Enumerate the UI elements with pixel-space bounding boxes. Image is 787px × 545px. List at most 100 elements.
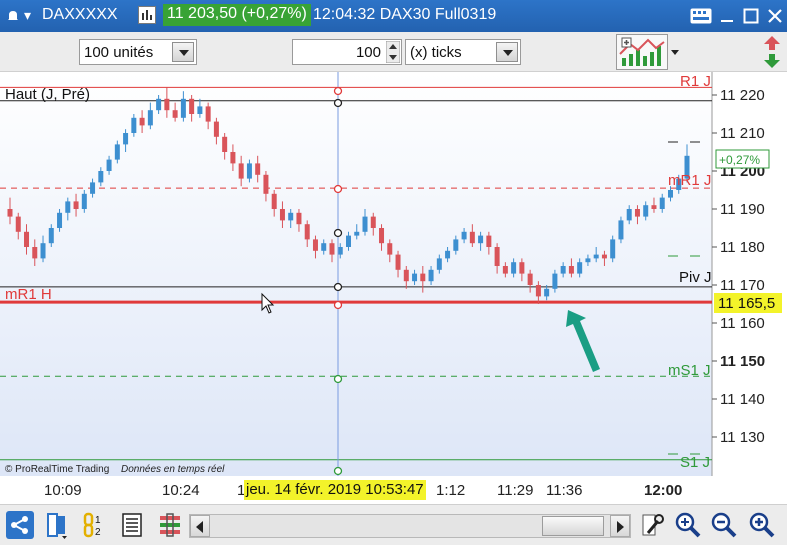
plot-background [0,72,712,476]
candle-body [65,201,71,213]
minimize-icon[interactable] [719,8,735,24]
price-tick-label: 11 220 [720,87,765,104]
time-scrollbar[interactable] [189,514,631,538]
candle-body [246,163,252,179]
candle-body [634,209,640,217]
maximize-icon[interactable] [743,8,759,24]
candle-body [139,117,145,126]
price-tag: 11 165,5 [718,295,775,312]
svg-text:2: 2 [95,527,101,538]
candle-body [370,216,376,228]
price-tick-label: 11 210 [720,125,765,142]
label-pivj: Piv J [679,269,712,286]
spinner-icon[interactable] [386,41,400,63]
copyright-text: © ProRealTime Trading [5,464,109,475]
candle-body [123,133,129,145]
candle-body [585,258,591,263]
zoom-fit-icon[interactable] [673,511,701,539]
candle-body [486,235,492,247]
print-icon[interactable] [118,511,146,539]
svg-text:1: 1 [95,515,101,526]
cursor-dot [333,228,343,238]
zoom-out-icon[interactable] [710,511,738,539]
cursor-dot [333,98,343,108]
candle-body [32,247,38,259]
candle-body [255,163,261,175]
layout-icon[interactable] [44,511,72,539]
candle-body [445,250,451,259]
chart-type-icon[interactable] [138,6,156,24]
time-tick: 10:09 [44,482,82,499]
candle-body [40,243,46,259]
time-tick: 10:24 [162,482,200,499]
candle-body [519,262,525,274]
candle-body [156,98,162,111]
units-select[interactable]: 100 unités [79,39,197,65]
candle-body [81,193,87,209]
pct-badge: +0,27% [719,153,760,167]
title-bar: ▾ DAXXXXX 11 203,50 (+0,27%) 12:04:32 DA… [0,0,787,32]
candle-body [15,216,21,232]
close-icon[interactable] [767,8,783,24]
link-icon[interactable]: 12 [80,511,108,539]
candle-body [535,285,541,297]
columns-icon[interactable] [156,511,184,539]
bottom-toolbar: 12 [0,504,787,545]
ticks-select-value: (x) ticks [410,44,462,61]
label-s1j: S1 J [680,454,710,471]
time-tick: 11:36 [546,482,583,499]
candle-body [667,190,673,198]
indicators-icon[interactable] [616,34,668,70]
time-axis: 10:09 10:24 1 1:12 11:29 11:36 12:00 jeu… [0,476,787,504]
share-icon[interactable] [6,511,34,539]
chart-toolbar: 100 unités 100 (x) ticks [0,32,787,72]
price-badge: 11 203,50 (+0,27%) [163,4,311,26]
chart-canvas[interactable]: Haut (J, Pré) R1 J mR1 J Piv J mR1 H mS1… [0,72,787,476]
candle-body [106,159,112,171]
order-arrows-icon[interactable] [760,34,784,70]
scroll-left-icon[interactable] [190,515,210,537]
candle-body [189,98,195,114]
label-ms1j: mS1 J [668,362,711,379]
candle-body [172,110,178,118]
price-chart[interactable]: Haut (J, Pré) R1 J mR1 J Piv J mR1 H mS1… [0,72,787,476]
candle-body [610,239,616,259]
price-tick-label: 11 190 [720,201,765,218]
scroll-right-icon[interactable] [610,515,630,537]
zoom-in-icon[interactable] [748,511,776,539]
candle-body [502,266,508,274]
trading-window: ▾ DAXXXXX 11 203,50 (+0,27%) 12:04:32 DA… [0,0,787,545]
candle-body [164,98,170,111]
ticks-value-input[interactable]: 100 [292,39,402,65]
cursor-dot [333,466,343,476]
candle-body [321,243,327,251]
alert-bell-icon[interactable] [6,9,20,23]
realtime-text: Données en temps réel [121,464,225,475]
candle-body [90,182,96,194]
settings-wrench-icon[interactable] [638,511,666,539]
label-mr1h: mR1 H [5,286,52,303]
candle-body [230,152,236,164]
keyboard-icon[interactable] [690,8,712,24]
indicators-dropdown-icon[interactable] [668,42,682,62]
cursor-dot [333,184,343,194]
candle-body [568,266,574,274]
candle-body [453,239,459,251]
time-tick: 1:12 [436,482,466,499]
scroll-thumb[interactable] [542,516,604,536]
candle-body [469,231,475,244]
chevron-down-icon[interactable] [496,42,518,62]
ticks-select[interactable]: (x) ticks [405,39,521,65]
candle-body [222,136,228,152]
title-dropdown-icon[interactable]: ▾ [24,7,31,24]
candle-body [7,209,13,217]
label-mr1j: mR1 J [668,172,711,189]
candle-body [494,247,500,266]
candle-body [436,258,442,270]
candle-body [412,273,418,282]
ticker-label[interactable]: DAXXXXX [42,6,118,24]
candle-body [312,239,318,251]
candle-body [544,288,550,297]
chevron-down-icon[interactable] [172,42,194,62]
candle-body [379,228,385,244]
